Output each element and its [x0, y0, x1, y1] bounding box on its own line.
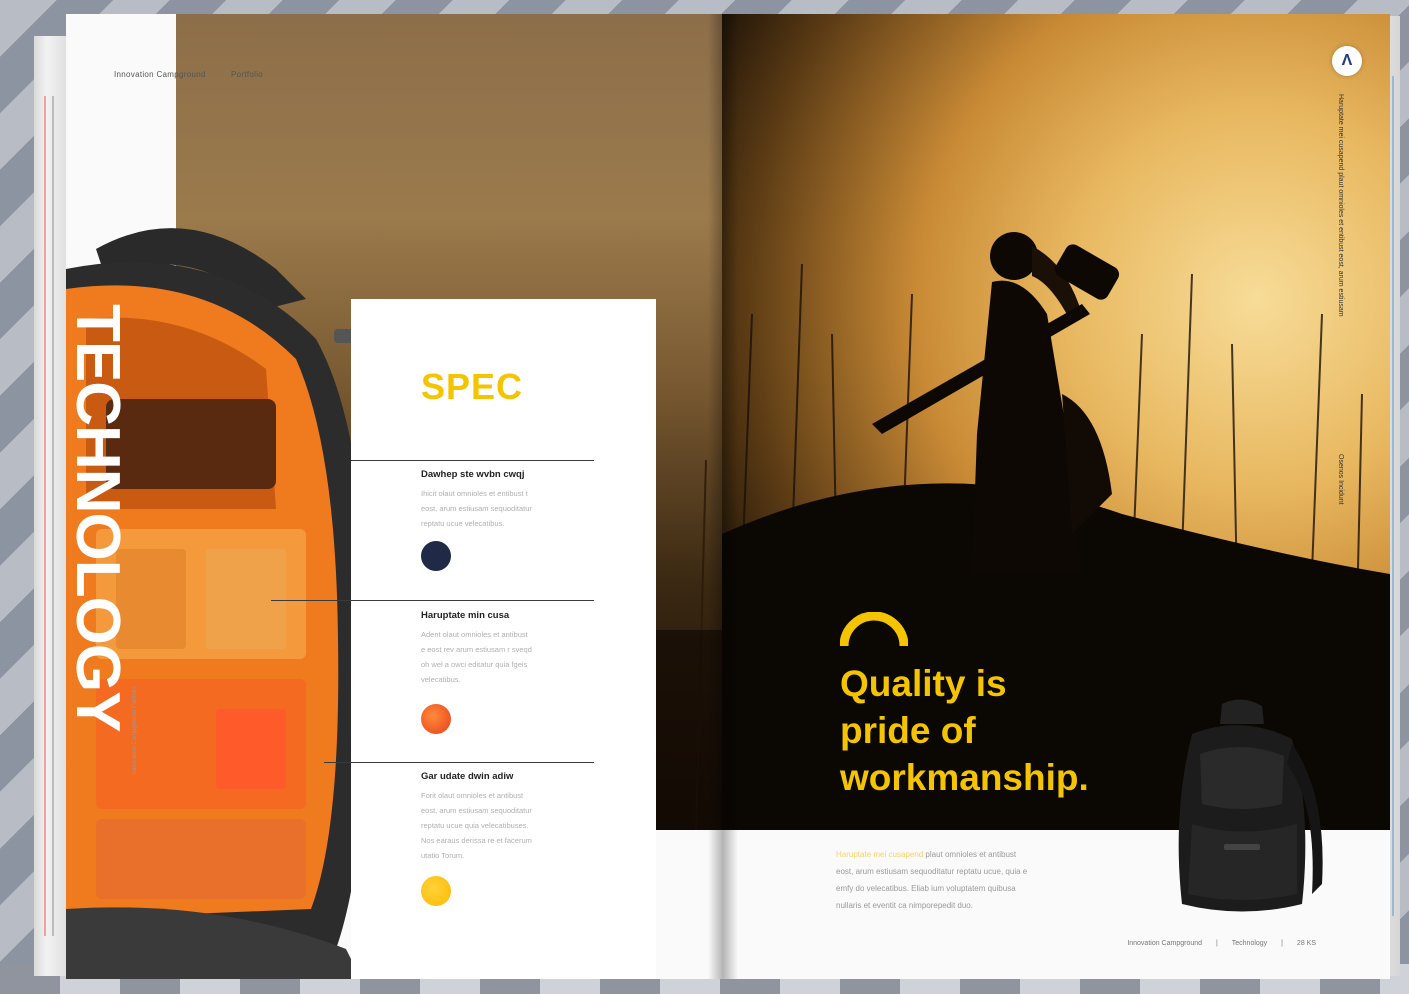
open-magazine: Innovation Campground Portfolio TECHNOLO…: [18, 6, 1400, 984]
color-swatch-yellow[interactable]: [421, 876, 451, 906]
spec-title: SPEC: [421, 366, 524, 407]
spec-item-text: Ihicit olaut omnioles et entibust t eost,…: [421, 489, 532, 528]
spec-divider: [324, 762, 594, 763]
technology-vertical-title: TECHNOLOGY: [66, 304, 132, 732]
vertical-caption: Haruptate mei cusapend plaut omnioles et…: [1337, 94, 1344, 317]
spec-item-text: Adent olaut omnioles et antibust e eost r…: [421, 630, 532, 684]
page-stack-left: [34, 36, 66, 976]
spec-item: Haruptate min cusa Adent olaut omnioles …: [421, 610, 596, 687]
footer-brand: Innovation Campground: [1127, 940, 1203, 947]
footer-separator: |: [1215, 940, 1218, 947]
arc-logo-icon: [840, 612, 908, 646]
left-page: Innovation Campground Portfolio TECHNOLO…: [66, 14, 722, 979]
header-brand: Innovation Campground: [114, 70, 206, 79]
right-page: Λ Haruptate mei cusapend plaut omnioles …: [722, 14, 1390, 979]
page-footer: Innovation Campground | Technology | 28 …: [1121, 940, 1322, 947]
spec-divider: [271, 600, 594, 601]
vertical-label: Osenos Incidunt: [1337, 454, 1344, 505]
footer-separator: |: [1281, 940, 1283, 947]
spec-item-heading: Haruptate min cusa: [421, 610, 510, 621]
spec-item-heading: Dawhep ste wvbn cwqj: [421, 469, 525, 480]
spec-item-heading: Gar udate dwin adiw: [421, 771, 514, 782]
headline: Quality is pride of workmanship.: [840, 663, 1089, 798]
page-number: 28 KS: [1296, 940, 1316, 947]
brand-logo-icon[interactable]: Λ: [1332, 46, 1362, 76]
color-swatch-navy[interactable]: [421, 541, 451, 571]
spec-item: Gar udate dwin adiw Forit olaut omnioles…: [421, 771, 596, 863]
spec-item-text: Forit olaut omnioles et antibust eost, ar…: [421, 791, 532, 860]
black-backpack-image: [1178, 699, 1323, 912]
header-section: Portfolio: [231, 70, 264, 79]
side-caption: Innovation Campground Portfolio: [132, 686, 138, 774]
color-swatch-red-orange[interactable]: [421, 704, 451, 734]
spec-divider: [351, 460, 594, 461]
body-paragraph: Haruptate mei cusapend plaut omnioles et…: [836, 850, 1028, 910]
footer-section: Technology: [1231, 940, 1268, 947]
spec-item: Dawhep ste wvbn cwqj Ihicit olaut omniol…: [421, 469, 596, 531]
